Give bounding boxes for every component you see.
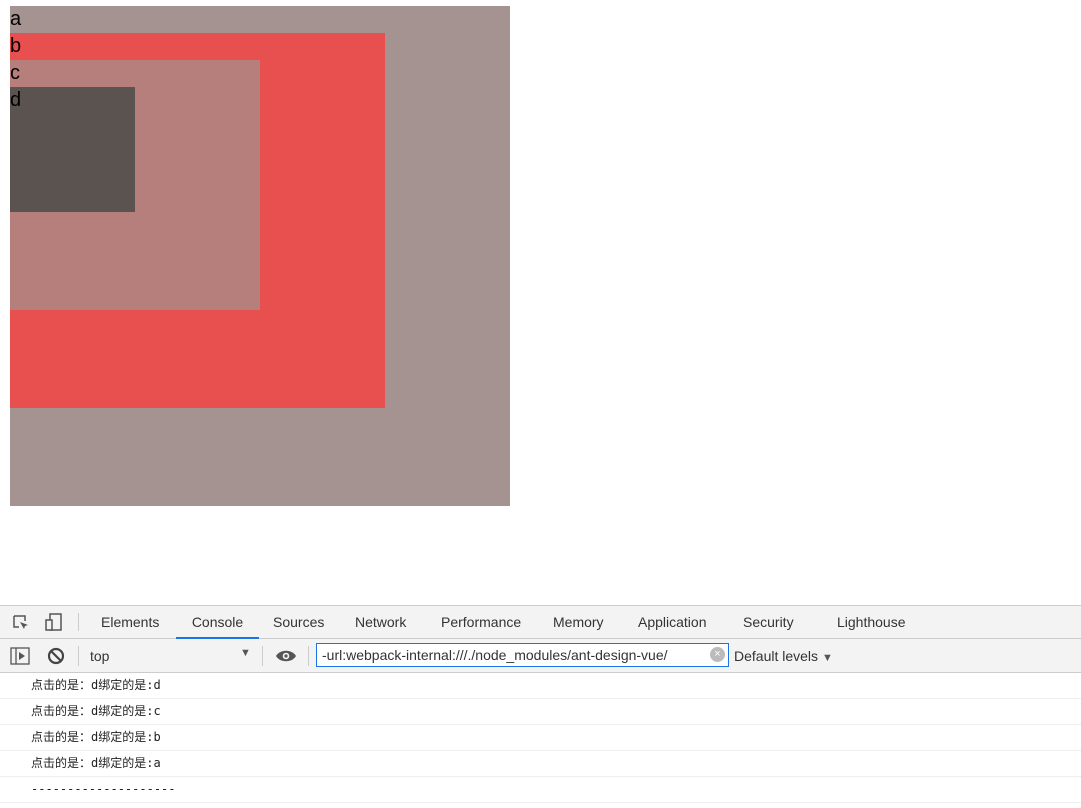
context-select[interactable]: top ▼ (80, 639, 256, 672)
divider (308, 646, 309, 666)
dropdown-arrow-icon: ▼ (821, 652, 833, 664)
filter-value: -url:webpack-internal:///./node_modules/… (322, 647, 668, 663)
log-levels-select[interactable]: Default levels ▼ (734, 648, 833, 664)
box-a-label: a (10, 8, 22, 30)
divider (78, 646, 79, 666)
box-b-label: b (10, 35, 22, 57)
tab-application[interactable]: Application (638, 606, 707, 638)
sidebar-toggle-icon[interactable] (10, 647, 30, 665)
box-b[interactable]: b c d (10, 33, 385, 408)
tab-network[interactable]: Network (355, 606, 406, 638)
tab-security[interactable]: Security (743, 606, 794, 638)
tab-performance[interactable]: Performance (441, 606, 521, 638)
devtools-panel: Elements Console Sources Network Perform… (0, 605, 1081, 808)
device-toolbar-icon[interactable] (44, 612, 64, 632)
box-c-label: c (10, 62, 20, 84)
tab-sources[interactable]: Sources (273, 606, 324, 638)
box-a[interactable]: a b c d (10, 6, 510, 506)
divider (78, 613, 79, 631)
console-message: 点击的是：d绑定的是:c (0, 699, 1081, 725)
box-d[interactable]: d (10, 87, 135, 212)
console-message: 点击的是：d绑定的是:d (0, 673, 1081, 699)
context-value: top (90, 648, 110, 664)
tab-lighthouse[interactable]: Lighthouse (837, 606, 906, 638)
console-filter-input[interactable]: -url:webpack-internal:///./node_modules/… (316, 643, 729, 667)
console-toolbar: top ▼ -url:webpack-internal:///./node_mo… (0, 639, 1081, 673)
tab-memory[interactable]: Memory (553, 606, 604, 638)
inspect-element-icon[interactable] (12, 614, 30, 632)
log-levels-value: Default levels (734, 648, 819, 664)
tab-console[interactable]: Console (176, 606, 259, 639)
dropdown-arrow-icon: ▼ (240, 647, 251, 659)
tab-elements[interactable]: Elements (101, 606, 159, 638)
box-c[interactable]: c d (10, 60, 260, 310)
console-message: 点击的是：d绑定的是:a (0, 751, 1081, 777)
console-message: -------------------- (0, 777, 1081, 803)
console-messages: 点击的是：d绑定的是:d 点击的是：d绑定的是:c 点击的是：d绑定的是:b 点… (0, 673, 1081, 803)
console-message: 点击的是：d绑定的是:b (0, 725, 1081, 751)
divider (262, 646, 263, 666)
clear-filter-icon[interactable]: × (710, 647, 725, 662)
devtools-tabbar: Elements Console Sources Network Perform… (0, 606, 1081, 639)
live-expression-eye-icon[interactable] (275, 649, 297, 663)
box-d-label: d (10, 89, 22, 111)
clear-console-icon[interactable] (47, 647, 65, 665)
